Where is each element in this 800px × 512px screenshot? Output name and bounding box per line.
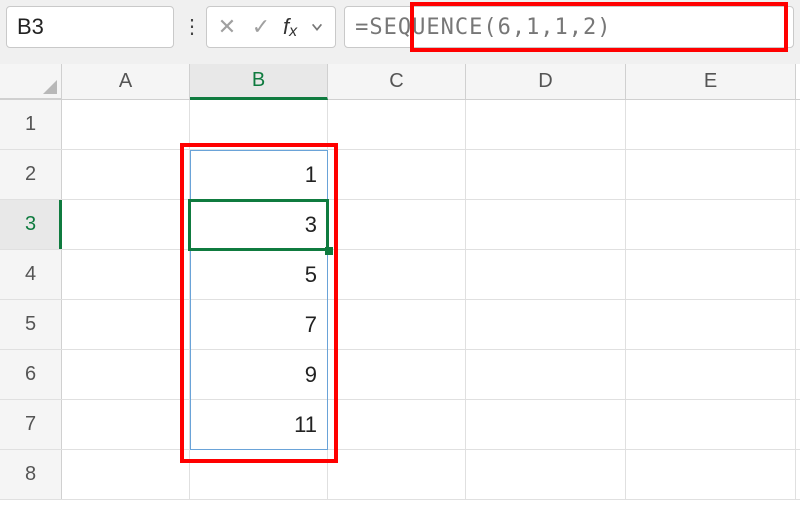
cell-D7[interactable] <box>466 400 626 449</box>
cell-D8[interactable] <box>466 450 626 499</box>
cell-D2[interactable] <box>466 150 626 199</box>
cell-A6[interactable] <box>62 350 190 399</box>
row-header-8[interactable]: 8 <box>0 450 62 499</box>
fx-icon[interactable]: fx <box>283 14 297 40</box>
row-header-7[interactable]: 7 <box>0 400 62 449</box>
table-row: 6 9 <box>0 350 800 400</box>
row-header-1[interactable]: 1 <box>0 100 62 149</box>
cell-E7[interactable] <box>626 400 796 449</box>
cell-C5[interactable] <box>328 300 466 349</box>
row-header-5[interactable]: 5 <box>0 300 62 349</box>
cell-B4[interactable]: 5 <box>190 250 328 299</box>
table-row: 3 3 <box>0 200 800 250</box>
col-header-E[interactable]: E <box>626 64 796 99</box>
table-row: 1 <box>0 100 800 150</box>
cell-E1[interactable] <box>626 100 796 149</box>
cell-E3[interactable] <box>626 200 796 249</box>
spreadsheet-grid: A B C D E 1 2 1 3 3 <box>0 64 800 512</box>
formula-bar-row: ⋮ ✕ ✓ fx =SEQUENCE(6,1,1,2) <box>0 0 800 54</box>
col-header-A[interactable]: A <box>62 64 190 99</box>
cell-B3[interactable]: 3 <box>190 200 328 249</box>
formula-toolbar: ✕ ✓ fx <box>206 6 336 48</box>
cell-D1[interactable] <box>466 100 626 149</box>
cell-C3[interactable] <box>328 200 466 249</box>
col-header-D[interactable]: D <box>466 64 626 99</box>
confirm-icon[interactable]: ✓ <box>249 14 273 40</box>
fill-handle[interactable] <box>325 247 333 255</box>
col-header-B[interactable]: B <box>190 64 328 100</box>
cell-E2[interactable] <box>626 150 796 199</box>
cell-C1[interactable] <box>328 100 466 149</box>
cell-B7[interactable]: 11 <box>190 400 328 449</box>
kebab-menu-icon[interactable]: ⋮ <box>182 17 198 37</box>
cell-D6[interactable] <box>466 350 626 399</box>
table-row: 2 1 <box>0 150 800 200</box>
table-row: 4 5 <box>0 250 800 300</box>
cell-D3[interactable] <box>466 200 626 249</box>
row-header-6[interactable]: 6 <box>0 350 62 399</box>
cell-C7[interactable] <box>328 400 466 449</box>
row-header-3[interactable]: 3 <box>0 200 62 249</box>
formula-input[interactable]: =SEQUENCE(6,1,1,2) <box>344 6 794 48</box>
cell-C8[interactable] <box>328 450 466 499</box>
cell-E4[interactable] <box>626 250 796 299</box>
row-header-2[interactable]: 2 <box>0 150 62 199</box>
cell-B5[interactable]: 7 <box>190 300 328 349</box>
cancel-icon[interactable]: ✕ <box>215 14 239 40</box>
cell-A8[interactable] <box>62 450 190 499</box>
rows-container: 1 2 1 3 3 4 5 <box>0 100 800 512</box>
table-row: 8 <box>0 450 800 500</box>
table-row: 7 11 <box>0 400 800 450</box>
cell-A1[interactable] <box>62 100 190 149</box>
cell-A2[interactable] <box>62 150 190 199</box>
cell-E6[interactable] <box>626 350 796 399</box>
cell-E8[interactable] <box>626 450 796 499</box>
cell-B1[interactable] <box>190 100 328 149</box>
column-headers: A B C D E <box>0 64 800 100</box>
name-box-wrapper[interactable] <box>6 6 174 48</box>
cell-D4[interactable] <box>466 250 626 299</box>
fx-chevron-down-icon[interactable] <box>307 17 327 37</box>
cell-C6[interactable] <box>328 350 466 399</box>
cell-B6[interactable]: 9 <box>190 350 328 399</box>
cell-B2[interactable]: 1 <box>190 150 328 199</box>
cell-B8[interactable] <box>190 450 328 499</box>
cell-E5[interactable] <box>626 300 796 349</box>
table-row: 5 7 <box>0 300 800 350</box>
cell-C4[interactable] <box>328 250 466 299</box>
row-header-4[interactable]: 4 <box>0 250 62 299</box>
cell-A5[interactable] <box>62 300 190 349</box>
col-header-C[interactable]: C <box>328 64 466 99</box>
cell-D5[interactable] <box>466 300 626 349</box>
select-all-corner[interactable] <box>0 64 62 99</box>
cell-A4[interactable] <box>62 250 190 299</box>
cell-A3[interactable] <box>62 200 190 249</box>
cell-A7[interactable] <box>62 400 190 449</box>
formula-text: =SEQUENCE(6,1,1,2) <box>355 15 611 40</box>
cell-C2[interactable] <box>328 150 466 199</box>
